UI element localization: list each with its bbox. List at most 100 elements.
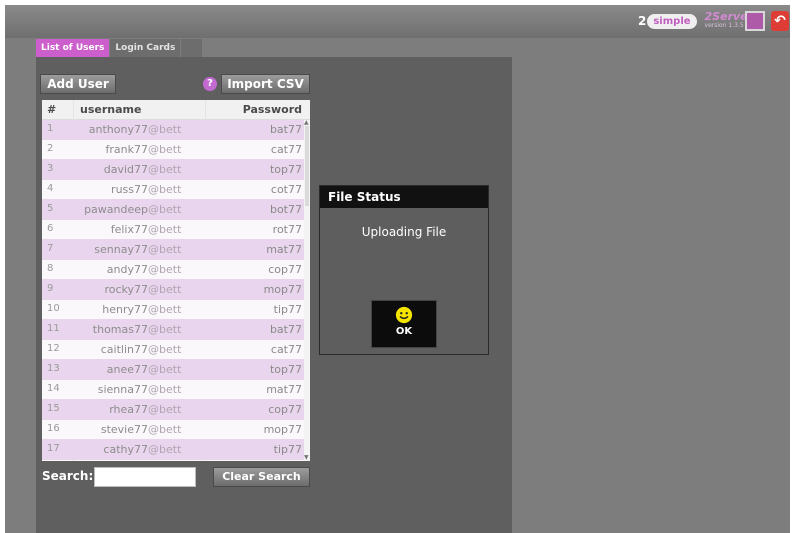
table-row[interactable]: 14 sienna77 @bett mat77 xyxy=(42,380,304,400)
row-username: pawandeep xyxy=(84,203,148,216)
import-csv-button[interactable]: Import CSV xyxy=(221,74,310,94)
row-username: russ77 xyxy=(111,183,148,196)
row-domain: @bett xyxy=(148,243,182,256)
row-number: 13 xyxy=(47,363,60,374)
exit-icon[interactable]: ↶ xyxy=(771,11,789,31)
row-password: rot77 xyxy=(272,223,302,236)
header-number: # xyxy=(47,103,55,116)
row-number: 2 xyxy=(47,143,54,154)
row-username: frank77 xyxy=(105,143,148,156)
row-username: stevie77 xyxy=(100,423,148,436)
row-username: thomas77 xyxy=(92,323,148,336)
tab-empty[interactable] xyxy=(181,39,203,57)
row-domain: @bett xyxy=(148,263,182,276)
row-password: mop77 xyxy=(263,423,302,436)
row-password: cop77 xyxy=(268,263,302,276)
row-password: top77 xyxy=(269,363,302,376)
row-number: 4 xyxy=(47,183,54,194)
row-password: tip77 xyxy=(273,303,302,316)
table-row[interactable]: 12 caitlin77 @bett cat77 xyxy=(42,340,304,360)
tab-list-of-users[interactable]: List of Users xyxy=(36,39,110,57)
brand-simple: simple xyxy=(647,13,697,29)
row-password: mop77 xyxy=(263,283,302,296)
row-username: henry77 xyxy=(102,303,148,316)
app-version: version 1.3.5 xyxy=(704,22,744,29)
row-domain: @bett xyxy=(148,203,182,216)
row-number: 14 xyxy=(47,383,60,394)
row-number: 6 xyxy=(47,223,54,234)
row-domain: @bett xyxy=(148,223,182,236)
app-name: 2Serve xyxy=(704,10,748,23)
header-username[interactable]: username xyxy=(80,103,141,116)
tab-login-cards[interactable]: Login Cards xyxy=(110,39,181,57)
row-password: tip77 xyxy=(273,443,302,456)
search-label: Search: xyxy=(42,469,94,483)
row-password: cot77 xyxy=(270,183,302,196)
row-number: 1 xyxy=(47,123,54,134)
row-number: 15 xyxy=(47,403,60,414)
table-row[interactable]: 3 david77 @bett top77 xyxy=(42,160,304,180)
help-icon[interactable]: ? xyxy=(203,77,217,91)
row-domain: @bett xyxy=(148,303,182,316)
row-username: andy77 xyxy=(106,263,148,276)
row-number: 3 xyxy=(47,163,54,174)
row-password: mat77 xyxy=(266,383,302,396)
row-number: 5 xyxy=(47,203,54,214)
table-row[interactable]: 15 rhea77 @bett cop77 xyxy=(42,400,304,420)
search-input[interactable] xyxy=(94,467,196,487)
table-row[interactable]: 11 thomas77 @bett bat77 xyxy=(42,320,304,340)
row-domain: @bett xyxy=(148,403,182,416)
row-number: 10 xyxy=(47,303,60,314)
row-password: bat77 xyxy=(269,123,302,136)
smiley-icon xyxy=(395,306,413,324)
row-domain: @bett xyxy=(148,363,182,376)
row-domain: @bett xyxy=(148,143,182,156)
table-row[interactable]: 4 russ77 @bett cot77 xyxy=(42,180,304,200)
table-row[interactable]: 8 andy77 @bett cop77 xyxy=(42,260,304,280)
brand-app: 2Serve version 1.3.5 xyxy=(704,10,748,30)
ok-label: OK xyxy=(395,326,413,337)
table-row[interactable]: 9 rocky77 @bett mop77 xyxy=(42,280,304,300)
row-password: top77 xyxy=(269,163,302,176)
row-username: rhea77 xyxy=(109,403,148,416)
row-username: sienna77 xyxy=(97,383,148,396)
scroll-down-icon[interactable]: ▼ xyxy=(304,455,309,461)
table-row[interactable]: 10 henry77 @bett tip77 xyxy=(42,300,304,320)
row-username: sennay77 xyxy=(94,243,148,256)
brand-number: 2 xyxy=(638,14,647,28)
table-row[interactable]: 17 cathy77 @bett tip77 xyxy=(42,440,304,460)
row-domain: @bett xyxy=(148,343,182,356)
scroll-thumb[interactable] xyxy=(305,126,309,206)
brand-logo: 2 simple 2Serve version 1.3.5 xyxy=(638,10,748,32)
row-username: anthony77 xyxy=(88,123,148,136)
row-domain: @bett xyxy=(148,383,182,396)
table-rows: 1 anthony77 @bett bat77 2 frank77 @bett cat77 3 d… xyxy=(42,120,304,460)
dialog-message: Uploading File xyxy=(361,225,447,239)
table-row[interactable]: 16 stevie77 @bett mop77 xyxy=(42,420,304,440)
row-domain: @bett xyxy=(148,163,182,176)
table-row[interactable]: 6 felix77 @bett rot77 xyxy=(42,220,304,240)
row-password: cat77 xyxy=(270,343,302,356)
table-scrollbar[interactable]: ▲ ▼ xyxy=(304,120,310,461)
table-row[interactable]: 13 anee77 @bett top77 xyxy=(42,360,304,380)
row-number: 17 xyxy=(47,443,60,454)
table-row[interactable]: 5 pawandeep @bett bot77 xyxy=(42,200,304,220)
computer-icon[interactable] xyxy=(745,11,765,31)
row-number: 11 xyxy=(47,323,60,334)
tab-bar: List of Users Login Cards xyxy=(36,39,203,57)
dialog-title: File Status xyxy=(320,186,488,208)
row-username: david77 xyxy=(103,163,148,176)
row-domain: @bett xyxy=(148,323,182,336)
clear-search-button[interactable]: Clear Search xyxy=(213,467,310,487)
table-row[interactable]: 7 sennay77 @bett mat77 xyxy=(42,240,304,260)
ok-button[interactable]: OK xyxy=(371,300,437,348)
row-domain: @bett xyxy=(148,283,182,296)
table-row[interactable]: 1 anthony77 @bett bat77 xyxy=(42,120,304,140)
add-user-button[interactable]: Add User xyxy=(40,74,116,94)
row-password: bat77 xyxy=(269,323,302,336)
row-password: cop77 xyxy=(268,403,302,416)
row-domain: @bett xyxy=(148,183,182,196)
row-username: cathy77 xyxy=(103,443,148,456)
header-password[interactable]: Password xyxy=(243,103,302,116)
table-row[interactable]: 2 frank77 @bett cat77 xyxy=(42,140,304,160)
